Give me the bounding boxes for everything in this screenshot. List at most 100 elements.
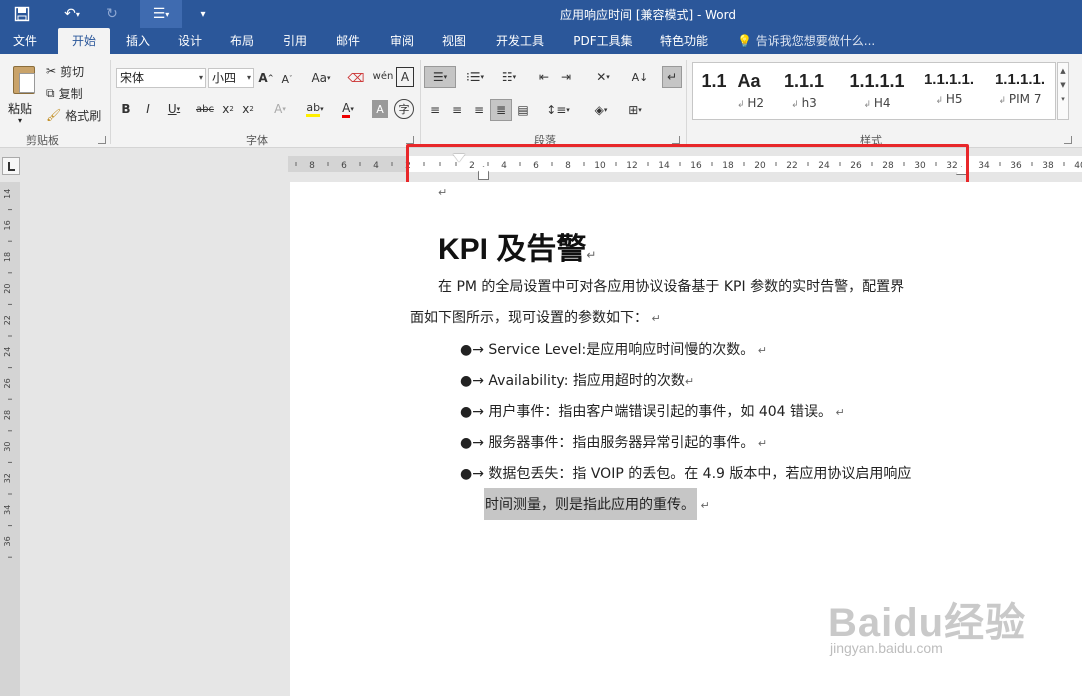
style-sample: 1.1.1.1 <box>849 71 905 91</box>
tab-home[interactable]: 开始 <box>58 28 110 54</box>
style-name: ↲ H4 <box>863 96 891 110</box>
ruler-number: 40 <box>1074 161 1082 171</box>
font-name-value: 宋体 <box>120 71 145 85</box>
subscript-icon[interactable]: x2 <box>220 100 236 118</box>
style-item[interactable]: 1.1.1.1. ↲ H5 <box>913 63 985 119</box>
list-bullets-icon[interactable]: ☰ ▾ <box>140 0 182 28</box>
dialog-launcher-icon[interactable] <box>98 136 106 144</box>
tab-review[interactable]: 审阅 <box>380 28 424 54</box>
paste-button[interactable]: 粘贴 ▾ <box>4 58 38 125</box>
distributed-icon[interactable]: ▤ <box>514 100 532 120</box>
style-name: ↲ H2 <box>737 96 765 110</box>
sort-icon[interactable]: A↓ <box>630 66 650 88</box>
borders-icon[interactable]: ⊞ ▾ <box>620 100 650 120</box>
shrink-font-icon[interactable]: Aˇ <box>280 70 294 88</box>
tab-file[interactable]: 文件 <box>2 28 48 54</box>
change-case-icon[interactable]: Aa ▾ <box>308 68 334 88</box>
style-item[interactable]: 1.1 <box>693 63 735 119</box>
tell-me-box[interactable]: 💡 告诉我您想要做什么... <box>737 28 875 54</box>
undo-icon[interactable]: ↶ ▾ <box>52 0 92 28</box>
watermark-url: jingyan.baidu.com <box>830 640 943 656</box>
font-name-select[interactable]: 宋体 ▾ <box>116 68 206 88</box>
dialog-launcher-icon[interactable] <box>406 136 414 144</box>
ruler-number: 14 <box>3 189 12 199</box>
text-effects-icon[interactable]: A ▾ <box>268 100 292 118</box>
paste-label: 粘贴 <box>8 102 33 116</box>
style-sample: 1.1 <box>701 71 727 91</box>
group-separator <box>420 60 421 144</box>
cut-label: 剪切 <box>60 64 85 79</box>
align-center-icon[interactable]: ≡ <box>448 100 466 120</box>
tab-developer[interactable]: 开发工具 <box>488 28 552 54</box>
line-spacing-icon[interactable]: ↕≡ ▾ <box>542 100 574 120</box>
underline-icon[interactable]: U ▾ <box>162 100 186 118</box>
multilevel-list-icon[interactable]: ☷ ▾ <box>494 66 524 88</box>
ruler-number: 30 <box>3 442 12 452</box>
justify-icon[interactable]: ≣ <box>490 99 512 121</box>
superscript-icon[interactable]: x2 <box>240 100 256 118</box>
enclose-characters-icon[interactable]: 字 <box>394 99 414 119</box>
align-left-icon[interactable]: ≡ <box>426 100 444 120</box>
tab-insert[interactable]: 插入 <box>116 28 160 54</box>
vertical-ruler[interactable]: 14 16 18 20 22 24 26 28 30 32 34 36 <box>0 182 20 696</box>
copy-button[interactable]: ⧉ 复制 <box>46 84 83 102</box>
style-item[interactable]: Aa ↲ H2 <box>737 63 765 119</box>
bullets-icon[interactable]: ☰ ▾ <box>424 66 456 88</box>
tab-mailings[interactable]: 邮件 <box>326 28 370 54</box>
ruler-number: 32 <box>3 473 12 483</box>
style-item[interactable]: 1.1.1.1 ↲ H4 <box>841 63 913 119</box>
clear-format-icon[interactable]: ⌫ <box>346 68 366 88</box>
align-right-icon[interactable]: ≡ <box>470 100 488 120</box>
show-marks-icon[interactable]: ↵ <box>662 66 682 88</box>
ruler-number: 24 <box>3 347 12 357</box>
cut-button[interactable]: ✂ 剪切 <box>46 62 84 80</box>
group-label-font: 字体 <box>246 134 268 147</box>
tab-references[interactable]: 引用 <box>273 28 317 54</box>
clipboard-icon <box>13 66 35 94</box>
increase-indent-icon[interactable]: ⇥ <box>556 66 576 88</box>
character-shading-icon[interactable]: A <box>372 100 388 118</box>
customize-toolbar-icon[interactable]: ▾ <box>192 0 214 28</box>
asian-layout-icon[interactable]: ✕ ▾ <box>588 66 618 88</box>
numbering-icon[interactable]: ⁝☰ ▾ <box>460 66 490 88</box>
decrease-indent-icon[interactable]: ⇤ <box>534 66 554 88</box>
highlight-color-icon[interactable]: ab ▾ <box>302 100 328 118</box>
dialog-launcher-icon[interactable] <box>1064 136 1072 144</box>
phonetic-guide-icon[interactable]: wén <box>372 64 394 88</box>
ruler-number: 16 <box>3 220 12 230</box>
character-border-icon[interactable]: A <box>396 67 414 87</box>
tab-design[interactable]: 设计 <box>168 28 212 54</box>
style-item[interactable]: 1.1.1.1. ↲ PIM 7 <box>985 63 1055 119</box>
grow-font-icon[interactable]: A ^ <box>258 68 274 88</box>
format-painter-button[interactable]: 🖌 格式刷 <box>46 106 101 124</box>
format-painter-label: 格式刷 <box>65 108 102 123</box>
tab-layout[interactable]: 布局 <box>220 28 264 54</box>
bold-icon[interactable]: B <box>118 100 134 118</box>
dialog-launcher-icon[interactable] <box>672 136 680 144</box>
tab-view[interactable]: 视图 <box>432 28 476 54</box>
tell-me-text: 告诉我您想要做什么... <box>755 34 876 48</box>
ruler-number: 26 <box>3 378 12 388</box>
brush-icon: 🖌 <box>46 108 62 122</box>
italic-icon[interactable]: I <box>140 100 156 118</box>
ribbon-tabs: 文件 开始 插入 设计 布局 引用 邮件 审阅 视图 开发工具 PDF工具集 特… <box>0 28 1082 54</box>
font-color-icon[interactable]: A ▾ <box>336 100 360 118</box>
strikethrough-icon[interactable]: abc <box>194 100 216 118</box>
style-sample: Aa <box>737 71 761 91</box>
font-size-select[interactable]: 小四 ▾ <box>208 68 254 88</box>
ruler-number: 34 <box>978 161 990 171</box>
tab-selector-icon[interactable] <box>2 157 20 175</box>
shading-icon[interactable]: ◈ ▾ <box>586 100 616 120</box>
styles-scroll[interactable]: ▲ ▼ ▾ <box>1057 62 1069 120</box>
style-name: ↲ PIM 7 <box>998 92 1042 106</box>
list-item: ●→ 用户事件：指由客户端错误引起的事件，如 404 错误。 ↵ <box>460 404 845 420</box>
tab-special-features[interactable]: 特色功能 <box>652 28 716 54</box>
save-icon[interactable] <box>6 0 38 28</box>
ruler-number: 8 <box>309 161 315 171</box>
tab-pdf-tools[interactable]: PDF工具集 <box>566 28 640 54</box>
redo-icon[interactable]: ↻ <box>100 0 124 28</box>
intro-line-2: 面如下图所示，现可设置的参数如下： ↵ <box>410 310 661 326</box>
style-sample: 1.1.1.1. <box>923 71 975 88</box>
chevron-down-icon: ▾ <box>198 73 203 82</box>
style-item[interactable]: 1.1.1 ↲ h3 <box>767 63 841 119</box>
